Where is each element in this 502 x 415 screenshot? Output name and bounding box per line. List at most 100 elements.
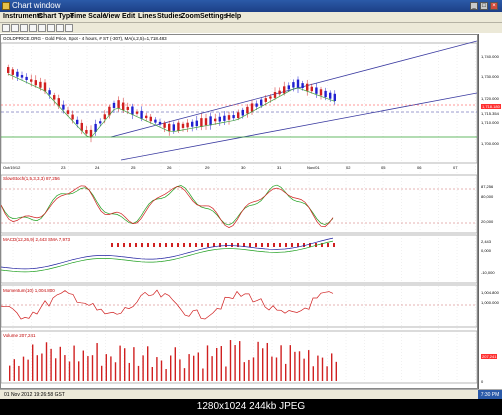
- volume-bar: [331, 353, 333, 381]
- menu-edit[interactable]: Edit: [122, 12, 135, 22]
- toolbar-button[interactable]: [38, 24, 46, 32]
- macd-histogram-bar: [135, 243, 137, 247]
- date-label: 05: [381, 165, 386, 170]
- candle-body: [154, 119, 157, 123]
- title-bar: Chart window _ □ ×: [0, 0, 502, 12]
- menu-chart-type[interactable]: Chart Type: [38, 12, 74, 22]
- macd-histogram-bar: [207, 243, 209, 247]
- macd-histogram-bar: [129, 243, 131, 247]
- toolbar-button[interactable]: [2, 24, 10, 32]
- menu-settings[interactable]: Settings: [200, 12, 228, 22]
- volume-bar: [303, 358, 305, 381]
- volume-bar: [183, 368, 186, 381]
- volume-bar: [50, 348, 52, 381]
- macd-histogram-bar: [111, 243, 113, 247]
- toolbar-button[interactable]: [65, 24, 73, 32]
- volume-bar: [128, 362, 130, 381]
- momentum-label: 1,000.000: [481, 300, 499, 305]
- volume-bar: [193, 355, 195, 381]
- candle-body: [200, 118, 203, 127]
- candle-body: [7, 67, 10, 73]
- stoch-label: 20,000: [481, 219, 494, 224]
- toolbar-button[interactable]: [47, 24, 55, 32]
- chart-area[interactable]: GOLDPRICE.ORG - Gold Price, Spot - 4 hou…: [0, 34, 478, 389]
- candle-body: [131, 106, 134, 115]
- toolbar-button[interactable]: [56, 24, 64, 32]
- macd-histogram-bar: [201, 243, 203, 247]
- date-label: 31: [277, 165, 282, 170]
- candle-body: [66, 110, 70, 114]
- volume-bar: [73, 345, 75, 381]
- candle-body: [126, 106, 129, 110]
- candle-body: [163, 122, 166, 128]
- volume-bar: [87, 356, 89, 381]
- date-label: 25: [131, 165, 136, 170]
- candle-body: [16, 71, 19, 77]
- volume-bar: [262, 348, 264, 381]
- candle-body: [48, 90, 51, 95]
- volume-bar: [225, 366, 227, 381]
- caption-size: 1280x1024: [196, 401, 247, 412]
- macd-histogram-bar: [165, 243, 167, 247]
- candle-body: [140, 110, 143, 119]
- chart-canvas[interactable]: [1, 35, 477, 388]
- candle-body: [103, 114, 106, 120]
- minimize-button[interactable]: _: [470, 2, 478, 10]
- price-label: 1,710.000: [481, 120, 499, 125]
- menu-view[interactable]: View: [104, 12, 120, 22]
- macd-histogram-bar: [153, 243, 155, 247]
- volume-bar: [248, 359, 250, 381]
- maximize-button[interactable]: □: [480, 2, 488, 10]
- candle-body: [301, 83, 304, 89]
- volume-bar: [13, 359, 15, 381]
- price-scale[interactable]: 1,740.000 1,730.000 1,720.000 1,718.180 …: [478, 34, 502, 389]
- macd-histogram-bar: [141, 243, 143, 247]
- volume-bar: [101, 365, 103, 381]
- candle-body: [177, 122, 180, 131]
- volume-bar: [229, 340, 232, 381]
- volume-bar: [289, 345, 291, 381]
- candle-body: [260, 99, 263, 106]
- menu-zoom[interactable]: Zoom: [181, 12, 200, 22]
- menu-lines[interactable]: Lines: [138, 12, 156, 22]
- volume-bar: [9, 365, 11, 381]
- price-label: 1,730.000: [481, 74, 499, 79]
- candle-body: [287, 85, 290, 90]
- candle-body: [329, 92, 332, 99]
- candle-body: [181, 123, 185, 128]
- macd-histogram-bar: [177, 243, 179, 247]
- macd-histogram-bar: [297, 243, 299, 247]
- candle-body: [135, 111, 139, 114]
- volume-bar: [27, 359, 29, 381]
- menu-time-scale[interactable]: Time Scale: [70, 12, 106, 22]
- candle-body: [112, 102, 116, 108]
- macd-histogram-bar: [303, 243, 305, 247]
- candle-body: [241, 109, 244, 116]
- volume-bar: [285, 363, 287, 381]
- volume-bar: [257, 341, 259, 381]
- macd-histogram-bar: [291, 243, 293, 247]
- menu-studies[interactable]: Studies: [157, 12, 182, 22]
- candle-body: [122, 102, 125, 111]
- candle-body: [264, 98, 267, 102]
- menu-bar: Instruments Chart Type Time Scale View E…: [0, 12, 502, 23]
- volume-bar: [165, 368, 167, 381]
- toolbar-button[interactable]: [29, 24, 37, 32]
- menu-help[interactable]: Help: [226, 12, 241, 22]
- volume-bar: [211, 356, 213, 381]
- toolbar-button[interactable]: [11, 24, 19, 32]
- volume-bar: [96, 343, 98, 381]
- close-button[interactable]: ×: [490, 2, 498, 10]
- candle-body: [255, 103, 258, 107]
- volume-bar: [36, 355, 38, 381]
- candle-body: [292, 82, 295, 88]
- candle-body: [195, 120, 198, 127]
- macd-histogram-bar: [117, 243, 119, 247]
- candle-body: [30, 79, 33, 82]
- candle-body: [319, 89, 323, 96]
- volume-bar: [308, 350, 310, 381]
- candle-body: [11, 69, 14, 75]
- volume-bar: [170, 355, 172, 381]
- toolbar-button[interactable]: [20, 24, 28, 32]
- volume-bar: [280, 345, 282, 381]
